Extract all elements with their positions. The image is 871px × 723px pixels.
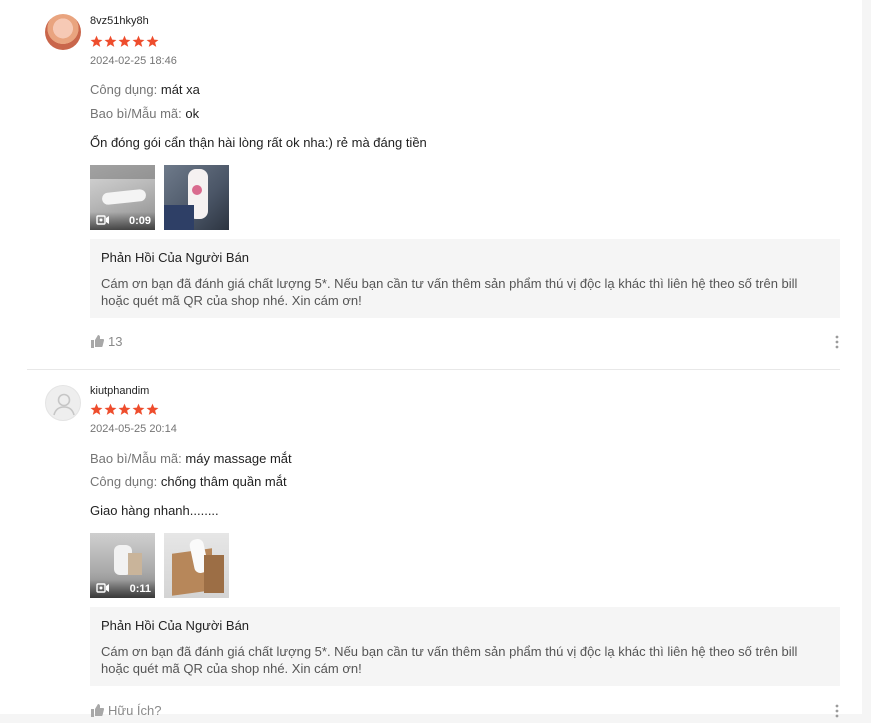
review-date: 2024-02-25 18:46 xyxy=(90,55,177,67)
star-icon xyxy=(104,403,117,415)
username[interactable]: kiutphandim xyxy=(90,385,149,397)
review-date: 2024-05-25 20:14 xyxy=(90,423,177,435)
photo-thumbnail[interactable] xyxy=(164,533,229,598)
video-camera-icon xyxy=(96,215,110,228)
seller-reply-title: Phản Hồi Của Người Bán xyxy=(101,618,250,633)
review-comment: Ổn đóng gói cẩn thận hài lòng rất ok nha… xyxy=(90,135,427,150)
thumbs-up-icon xyxy=(91,335,104,348)
attribute-row: Công dụng: chống thâm quần mắt xyxy=(90,474,287,489)
video-thumbnail[interactable]: 0:09 xyxy=(90,165,155,230)
seller-reply-title: Phản Hồi Của Người Bán xyxy=(101,250,250,265)
star-icon xyxy=(146,403,159,415)
helpful-label: Hữu Ích? xyxy=(108,703,162,718)
video-camera-icon xyxy=(96,583,110,596)
attribute-value: mát xa xyxy=(160,82,200,97)
photo-thumbnail[interactable] xyxy=(164,165,229,230)
video-duration-overlay: 0:11 xyxy=(90,580,155,598)
video-thumbnail[interactable]: 0:11 xyxy=(90,533,155,598)
reviews-panel: 8vz51hky8h 2024-02-25 18:46 Công dụng: m… xyxy=(0,0,862,718)
review-item: 8vz51hky8h 2024-02-25 18:46 Công dụng: m… xyxy=(0,0,862,370)
helpful-button[interactable]: Hữu Ích? xyxy=(90,703,162,718)
video-duration-overlay: 0:09 xyxy=(90,212,155,230)
attribute-value: máy massage mắt xyxy=(185,451,292,466)
attribute-row: Bao bì/Mẫu mã: ok xyxy=(90,106,199,121)
seller-reply: Phản Hồi Của Người Bán Cám ơn bạn đã đán… xyxy=(90,239,840,318)
attribute-label: Công dụng: xyxy=(90,82,158,97)
star-icon xyxy=(132,403,145,415)
seller-reply-text: Cám ơn bạn đã đánh giá chất lượng 5*. Nế… xyxy=(101,644,798,676)
more-options-icon[interactable] xyxy=(834,335,840,354)
star-icon xyxy=(132,35,145,47)
star-icon xyxy=(90,403,103,415)
star-icon xyxy=(118,35,131,47)
attribute-value: chống thâm quần mắt xyxy=(160,474,287,489)
like-count: 13 xyxy=(108,334,123,349)
seller-reply: Phản Hồi Của Người Bán Cám ơn bạn đã đán… xyxy=(90,607,840,686)
like-button[interactable]: 13 xyxy=(90,334,122,349)
video-duration: 0:09 xyxy=(128,215,151,227)
star-icon xyxy=(90,35,103,47)
avatar[interactable] xyxy=(45,385,81,421)
attribute-value: ok xyxy=(185,106,200,121)
user-icon xyxy=(53,393,75,416)
rating-stars xyxy=(90,403,159,416)
review-comment: Giao hàng nhanh........ xyxy=(90,503,219,518)
video-duration: 0:11 xyxy=(129,583,151,595)
avatar[interactable] xyxy=(45,14,81,50)
review-item: kiutphandim 2024-05-25 20:14 Bao bì/Mẫu … xyxy=(0,370,862,718)
attribute-label: Công dụng: xyxy=(90,474,158,489)
star-icon xyxy=(146,35,159,47)
username[interactable]: 8vz51hky8h xyxy=(90,15,149,27)
attribute-label: Bao bì/Mẫu mã: xyxy=(90,106,182,121)
star-icon xyxy=(104,35,117,47)
seller-reply-text: Cám ơn bạn đã đánh giá chất lượng 5*. Nế… xyxy=(101,276,798,308)
attribute-row: Bao bì/Mẫu mã: máy massage mắt xyxy=(90,451,292,466)
attribute-row: Công dụng: mát xa xyxy=(90,82,200,97)
star-icon xyxy=(118,403,131,415)
rating-stars xyxy=(90,35,159,48)
attribute-label: Bao bì/Mẫu mã: xyxy=(90,451,182,466)
thumbs-up-icon xyxy=(91,704,104,717)
